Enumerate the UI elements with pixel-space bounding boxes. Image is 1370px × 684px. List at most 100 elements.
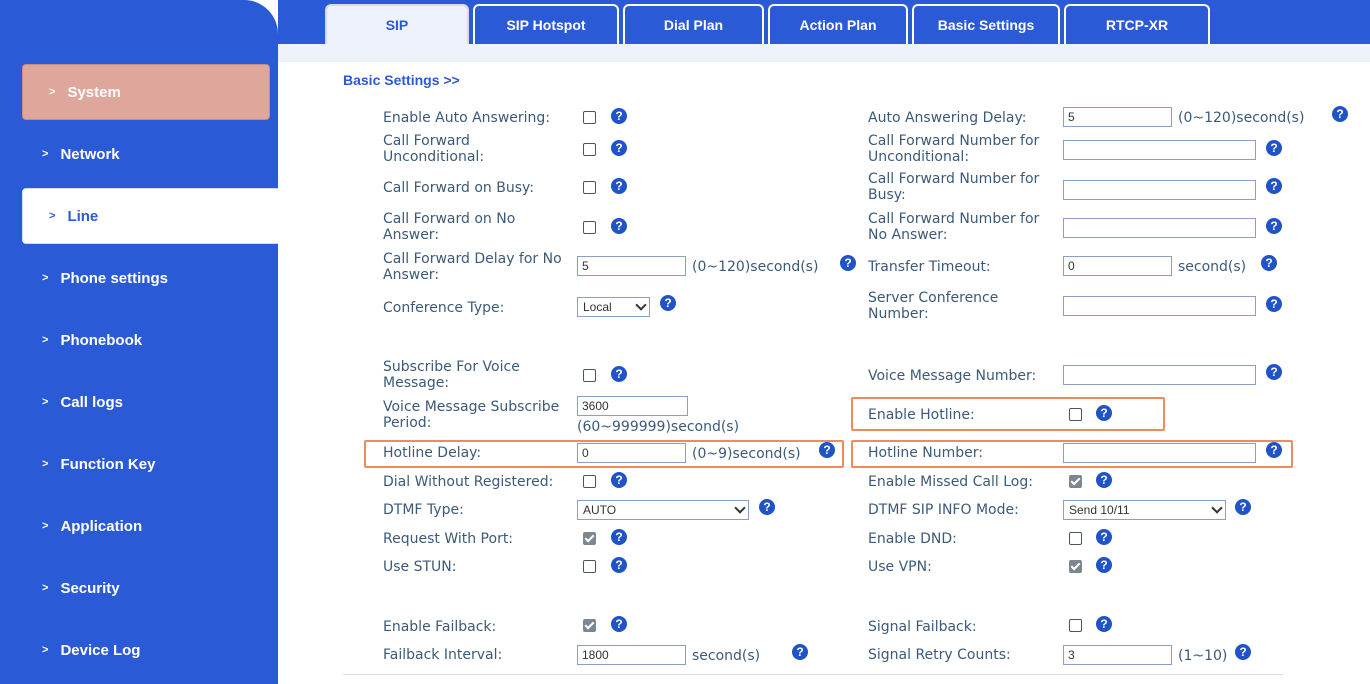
tab-rtcp-xr[interactable]: RTCP-XR — [1064, 4, 1210, 44]
help-icon[interactable]: ? — [1332, 106, 1348, 122]
chevron-right-icon: > — [49, 86, 56, 98]
help-icon[interactable]: ? — [1266, 178, 1282, 194]
help-icon[interactable]: ? — [611, 140, 627, 156]
help-icon[interactable]: ? — [1266, 364, 1282, 380]
cf-number-busy-input[interactable] — [1063, 180, 1256, 200]
chevron-right-icon: > — [42, 520, 49, 532]
tab-sip[interactable]: SIP — [325, 4, 469, 44]
sidebar-item-label: Device Log — [60, 641, 141, 659]
transfer-timeout-input[interactable]: 0 — [1063, 256, 1172, 276]
dtmf-type-value: AUTO — [583, 503, 617, 517]
cf-delay-input[interactable]: 5 — [577, 256, 686, 276]
cf-delay-unit: (0~120)second(s) — [692, 259, 819, 275]
sidebar-item-phonebook[interactable]: > Phonebook — [0, 312, 270, 368]
conference-type-select[interactable]: Local — [577, 297, 650, 317]
sidebar-item-security[interactable]: > Security — [0, 560, 270, 616]
failback-interval-input[interactable]: 1800 — [577, 645, 686, 665]
help-icon[interactable]: ? — [819, 442, 835, 458]
help-icon[interactable]: ? — [611, 218, 627, 234]
help-icon[interactable]: ? — [1235, 499, 1251, 515]
chevron-right-icon: > — [42, 396, 49, 408]
dial-without-registered-checkbox[interactable] — [583, 475, 596, 488]
sidebar-item-application[interactable]: > Application — [0, 498, 270, 554]
help-icon[interactable]: ? — [611, 178, 627, 194]
hotline-number-input[interactable] — [1063, 443, 1256, 463]
server-conference-number-input[interactable] — [1063, 296, 1256, 316]
subscribe-vm-checkbox[interactable] — [583, 369, 596, 382]
chevron-right-icon: > — [42, 334, 49, 346]
help-icon[interactable]: ? — [611, 108, 627, 124]
sidebar-item-label: Application — [60, 517, 143, 535]
transfer-timeout-unit: second(s) — [1178, 259, 1247, 275]
request-with-port-checkbox[interactable] — [583, 532, 596, 545]
help-icon[interactable]: ? — [611, 472, 627, 488]
help-icon[interactable]: ? — [792, 644, 808, 660]
help-icon[interactable]: ? — [660, 295, 676, 311]
help-icon[interactable]: ? — [1096, 557, 1112, 573]
help-icon[interactable]: ? — [611, 557, 627, 573]
auto-answering-checkbox[interactable] — [583, 111, 596, 124]
auto-answer-delay-input[interactable]: 5 — [1063, 107, 1172, 127]
help-icon[interactable]: ? — [611, 616, 627, 632]
chevron-down-icon — [1211, 502, 1223, 514]
sidebar-item-call-logs[interactable]: > Call logs — [0, 374, 270, 430]
help-icon[interactable]: ? — [1266, 442, 1282, 458]
help-icon[interactable]: ? — [1096, 405, 1112, 421]
help-icon[interactable]: ? — [759, 499, 775, 515]
section-title: Basic Settings >> — [343, 72, 460, 88]
help-icon[interactable]: ? — [611, 366, 627, 382]
help-icon[interactable]: ? — [840, 255, 856, 271]
sidebar-item-phone-settings[interactable]: > Phone settings — [0, 250, 270, 306]
enable-missed-call-log-label: Enable Missed Call Log: — [868, 474, 1033, 490]
help-icon[interactable]: ? — [1096, 616, 1112, 632]
help-icon[interactable]: ? — [1096, 529, 1112, 545]
cf-no-answer-checkbox[interactable] — [583, 221, 596, 234]
voice-message-number-label: Voice Message Number: — [868, 368, 1037, 384]
signal-failback-label: Signal Failback: — [868, 619, 977, 635]
vm-subscribe-period-input[interactable]: 3600 — [577, 396, 688, 416]
help-icon[interactable]: ? — [1266, 218, 1282, 234]
use-vpn-checkbox[interactable] — [1069, 560, 1082, 573]
cf-number-no-answer-input[interactable] — [1063, 218, 1256, 238]
help-icon[interactable]: ? — [1096, 472, 1112, 488]
sidebar: > System > Network > Line > Phone settings >… — [0, 0, 278, 684]
enable-failback-checkbox[interactable] — [583, 619, 596, 632]
signal-retry-counts-input[interactable]: 3 — [1063, 645, 1172, 665]
tab-dial-plan[interactable]: Dial Plan — [623, 4, 764, 44]
cf-number-unconditional-input[interactable] — [1063, 140, 1256, 160]
enable-hotline-checkbox[interactable] — [1069, 408, 1082, 421]
signal-failback-checkbox[interactable] — [1069, 619, 1082, 632]
cf-number-busy-label-1: Call Forward Number for — [868, 171, 1040, 187]
enable-dnd-checkbox[interactable] — [1069, 532, 1082, 545]
help-icon[interactable]: ? — [611, 529, 627, 545]
hotline-delay-input[interactable]: 0 — [577, 443, 686, 463]
signal-retry-counts-label: Signal Retry Counts: — [868, 647, 1011, 663]
settings-panel: Basic Settings >> Enable Auto Answering:… — [278, 44, 1370, 684]
help-icon[interactable]: ? — [1235, 644, 1251, 660]
tab-action-plan[interactable]: Action Plan — [768, 4, 908, 44]
help-icon[interactable]: ? — [1261, 255, 1277, 271]
sidebar-item-function-key[interactable]: > Function Key — [0, 436, 270, 492]
divider — [343, 674, 1283, 675]
use-stun-checkbox[interactable] — [583, 560, 596, 573]
tab-sip-hotspot[interactable]: SIP Hotspot — [473, 4, 619, 44]
dtmf-type-select[interactable]: AUTO — [577, 500, 749, 520]
sidebar-item-network[interactable]: > Network — [0, 126, 270, 182]
tab-basic-settings[interactable]: Basic Settings — [912, 4, 1060, 44]
cf-busy-label: Call Forward on Busy: — [383, 180, 534, 196]
enable-hotline-label: Enable Hotline: — [868, 407, 975, 423]
help-icon[interactable]: ? — [1266, 140, 1282, 156]
voice-message-number-input[interactable] — [1063, 365, 1256, 385]
sidebar-item-line[interactable]: > Line — [22, 188, 278, 244]
sidebar-item-device-log[interactable]: > Device Log — [0, 622, 270, 678]
sidebar-item-system[interactable]: > System — [22, 64, 270, 120]
enable-missed-call-log-checkbox[interactable] — [1069, 475, 1082, 488]
transfer-timeout-label: Transfer Timeout: — [868, 259, 991, 275]
cf-unconditional-checkbox[interactable] — [583, 143, 596, 156]
help-icon[interactable]: ? — [1266, 296, 1282, 312]
dial-without-registered-label: Dial Without Registered: — [383, 474, 554, 490]
dtmf-sip-info-mode-select[interactable]: Send 10/11 — [1063, 500, 1226, 520]
cf-busy-checkbox[interactable] — [583, 181, 596, 194]
server-conference-number-label-2: Number: — [868, 306, 929, 322]
sidebar-item-label: Security — [60, 579, 120, 597]
